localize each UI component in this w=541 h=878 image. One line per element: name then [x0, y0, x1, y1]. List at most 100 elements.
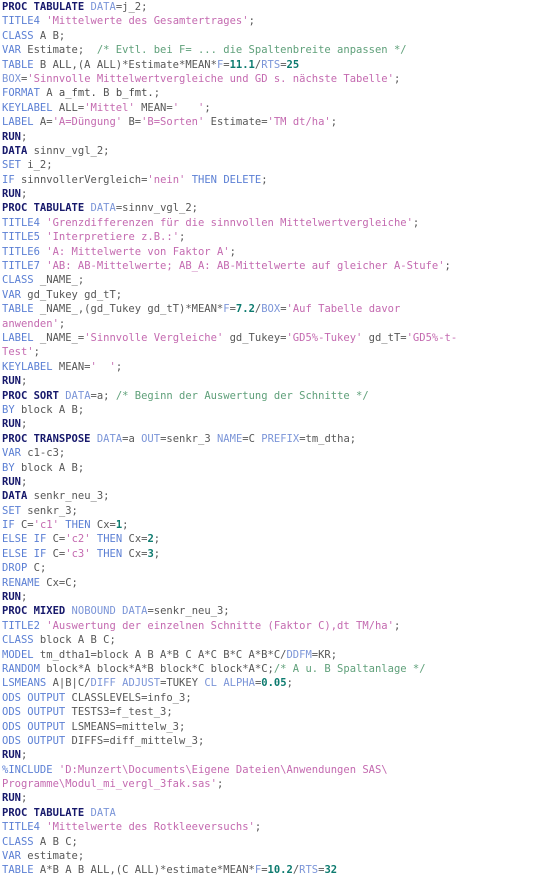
code-line: MODEL tm_dtha1=block A B A*B C A*C B*C A… — [0, 648, 541, 662]
code-token-opt: ALPHA — [223, 677, 255, 690]
code-token-plain: gd_Tukey= — [223, 331, 287, 344]
code-line: VAR estimate; — [0, 849, 541, 863]
code-token-str: 'Sinnvolle Mittelwertvergleiche und GD s… — [27, 72, 394, 85]
code-token-plain: ; — [216, 778, 224, 791]
code-token-stmt: THEN — [191, 173, 217, 186]
code-token-stmt: SET — [2, 159, 21, 172]
code-token-plain: LSMEANS=mittelw_3; — [65, 720, 186, 733]
code-line: TITLE4 'Mittelwerte des Rotkleeversuchs'… — [0, 820, 541, 834]
code-token-plain: ; — [20, 792, 28, 805]
code-token-plain: block A B; — [14, 461, 85, 474]
code-token-str: 'D:Munzert\Documents\Eigene Dateien\Anwe… — [58, 763, 388, 776]
code-token-plain: sinnvollerVergleich= — [14, 173, 148, 186]
code-line: FORMAT A a_fmt. B b_fmt.; — [0, 86, 541, 100]
code-token-plain: A|B|C/ — [46, 677, 91, 690]
code-token-plain: _NAME_; — [33, 274, 85, 287]
code-line: %INCLUDE 'D:Munzert\Documents\Eigene Dat… — [0, 763, 541, 777]
code-token-plain: Cx=C; — [39, 576, 78, 589]
code-token-plain: ; — [444, 260, 451, 273]
code-token-plain: ; — [115, 360, 123, 373]
code-line: TITLE4 'Grenzdifferenzen für die sinnvol… — [0, 216, 541, 230]
code-line: TABLE B ALL,(A ALL)*Estimate*MEAN*F=11.1… — [0, 58, 541, 72]
code-token-plain: c1-c3; — [20, 447, 66, 460]
code-token-stmt: LABEL — [2, 116, 34, 129]
code-token-str: 'B=Sorten' — [141, 116, 205, 129]
code-token-str: 'A: Mittelwerte von Faktor A' — [46, 245, 230, 258]
code-token-proc: RUN — [2, 375, 21, 388]
code-token-str: 'TM dt/ha' — [267, 116, 331, 129]
code-token-plain: ; — [20, 188, 28, 201]
code-token-stmt: MODEL — [2, 648, 34, 661]
sas-code-editor[interactable]: PROC TABULATE DATA=j_2; TITLE4 'Mittelwer… — [0, 0, 541, 877]
code-token-opt: DIFF — [90, 677, 116, 690]
code-token-plain: ; — [20, 418, 28, 431]
code-line: KEYLABEL ALL='Mittel' MEAN=' '; — [0, 101, 541, 115]
code-token-plain: ; — [254, 821, 262, 834]
code-token-str: anwenden' — [2, 317, 59, 330]
code-line: TITLE4 'Mittelwerte des Gesamtertrages'; — [0, 14, 541, 28]
code-line: RUN; — [0, 374, 541, 388]
code-token-stmt: LABEL — [2, 331, 34, 344]
code-token-stmt: ODS OUTPUT — [2, 706, 66, 719]
code-token-str: ' ' — [90, 360, 116, 373]
code-token-plain: Estimate= — [204, 116, 268, 129]
code-token-stmt: CLASS — [2, 274, 34, 287]
code-line: PROC MIXED NOBOUND DATA=senkr_neu_3; — [0, 604, 541, 618]
code-token-proc: PROC TABULATE — [2, 806, 85, 819]
code-token-plain: _NAME_,(gd_Tukey gd_tT)*MEAN* — [33, 303, 224, 316]
code-line: SET i_2; — [0, 158, 541, 172]
code-token-opt: RTS — [261, 58, 281, 71]
code-token-stmt: VAR — [2, 288, 21, 301]
code-token-stmt: RENAME — [2, 576, 40, 589]
code-token-plain: ; — [20, 749, 28, 762]
code-token-opt: OUT — [141, 432, 161, 445]
code-token-stmt: VAR — [2, 447, 21, 460]
code-token-plain: =a; — [90, 389, 116, 402]
code-token-proc: RUN — [2, 418, 21, 431]
code-token-plain: ; — [122, 519, 129, 532]
code-token-str: 'Mittel' — [84, 101, 135, 114]
code-token-str: Test' — [2, 346, 34, 359]
code-line: KEYLABEL MEAN=' '; — [0, 360, 541, 374]
code-token-opt: BOX — [261, 303, 281, 316]
code-token-plain: ; — [20, 591, 28, 604]
code-line: DATA sinnv_vgl_2; — [0, 144, 541, 158]
code-line: PROC SORT DATA=a; /* Beginn der Auswertu… — [0, 389, 541, 403]
code-token-stmt: %INCLUDE — [2, 763, 53, 776]
code-line: LABEL _NAME_='Sinnvolle Vergleiche' gd_T… — [0, 331, 541, 345]
code-line: TITLE7 'AB: AB-Mittelwerte; AB_A: AB-Mit… — [0, 259, 541, 273]
code-token-plain: ; — [286, 677, 293, 690]
code-token-stmt: ODS OUTPUT — [2, 691, 66, 704]
code-line: BOX='Sinnvolle Mittelwertvergleiche und … — [0, 72, 541, 86]
code-token-opt: DDFM — [286, 648, 312, 661]
code-token-stmt: TITLE7 — [2, 260, 40, 273]
code-token-plain: ; — [20, 375, 28, 388]
code-line: SET senkr_3; — [0, 504, 541, 518]
code-token-proc: PROC TABULATE — [2, 202, 85, 215]
code-token-plain: =TUKEY — [160, 677, 205, 690]
code-token-str: 'c3' — [65, 547, 91, 560]
code-token-plain: ; — [179, 231, 186, 244]
code-line: CLASS _NAME_; — [0, 273, 541, 287]
code-token-opt: RTS — [299, 864, 319, 877]
code-line: BY block A B; — [0, 461, 541, 475]
code-token-plain: Estimate; — [20, 44, 97, 57]
code-token-stmt: KEYLABEL — [2, 101, 53, 114]
code-token-plain: C= — [46, 547, 66, 560]
code-token-plain: ; — [248, 15, 255, 28]
code-token-plain: ; — [153, 533, 161, 546]
code-line: VAR c1-c3; — [0, 446, 541, 460]
code-token-plain: A B; — [33, 29, 66, 42]
code-token-num: 7.2 — [235, 303, 255, 316]
code-token-plain: CLASSLEVELS=info_3; — [65, 691, 192, 704]
code-token-plain: tm_dtha1=block A B A*B C A*C B*C A*B*C/ — [33, 648, 287, 661]
code-token-plain: =j_2; — [115, 1, 148, 13]
code-line: TABLE _NAME_,(gd_Tukey gd_tT)*MEAN*F=7.2… — [0, 302, 541, 316]
code-token-plain: _NAME_= — [33, 331, 85, 344]
code-token-stmt: LSMEANS — [2, 677, 47, 690]
code-line: PROC TABULATE DATA=j_2; — [0, 0, 541, 14]
code-token-plain: ; — [330, 116, 338, 129]
code-token-opt: DATA — [65, 389, 91, 402]
code-token-stmt: TITLE5 — [2, 231, 40, 244]
code-token-proc: RUN — [2, 749, 21, 762]
